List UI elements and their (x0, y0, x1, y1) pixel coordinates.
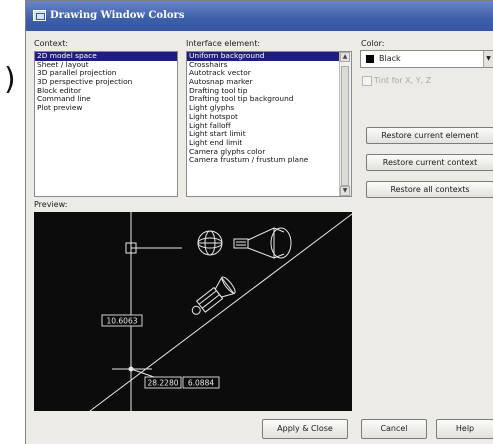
help-button[interactable]: Help (436, 419, 493, 439)
interface-element-label: Interface element: (186, 39, 261, 48)
restore-current-element-button[interactable]: Restore current element (366, 127, 493, 144)
title-bar[interactable]: Drawing Window Colors (26, 1, 493, 31)
diagonal-line (89, 213, 352, 411)
context-label: Context: (34, 39, 69, 48)
preview-drawing: 10.6063 28.2280 6.0884 (89, 212, 352, 411)
point-light-glyph (197, 230, 223, 256)
scroll-thumb[interactable] (341, 66, 349, 186)
spotlight-glyph (191, 276, 236, 315)
camera-glyph (233, 227, 292, 259)
preview-canvas: 10.6063 28.2280 6.0884 (34, 212, 352, 411)
tint-checkbox[interactable] (362, 76, 372, 86)
restore-current-context-button[interactable]: Restore current context (366, 154, 493, 171)
color-dropdown[interactable]: Black ▼ (360, 50, 493, 68)
preview-label: Preview: (34, 200, 68, 209)
color-value: Black (379, 54, 401, 63)
dimension-2: 28.2280 (147, 379, 178, 388)
context-list-item[interactable]: Plot preview (35, 103, 177, 113)
external-parenthesis: ) (4, 62, 16, 97)
apply-close-button[interactable]: Apply & Close (262, 419, 348, 439)
interface-list-scrollbar[interactable]: ▲ ▼ (339, 52, 351, 196)
restore-all-contexts-button[interactable]: Restore all contexts (366, 181, 493, 198)
interface-element-list[interactable]: Uniform background Crosshairs Autotrack ve… (186, 51, 352, 197)
scroll-up-icon[interactable]: ▲ (340, 52, 350, 62)
color-label: Color: (361, 39, 385, 48)
window-title: Drawing Window Colors (50, 10, 185, 21)
chevron-down-icon[interactable]: ▼ (483, 51, 493, 67)
dimension-3: 6.0884 (188, 379, 214, 388)
scroll-down-icon[interactable]: ▼ (340, 186, 350, 196)
drawing-window-colors-dialog: Drawing Window Colors Context: 2D model … (25, 0, 493, 444)
color-swatch (366, 55, 374, 63)
context-list[interactable]: 2D model space Sheet / layout 3D parallel … (34, 51, 178, 197)
window-icon (33, 10, 46, 21)
interface-element-list-item[interactable]: Camera frustum / frustum plane (187, 156, 340, 165)
cancel-button[interactable]: Cancel (361, 419, 427, 439)
tint-label: Tint for X, Y, Z (374, 76, 432, 85)
dimension-1: 10.6063 (106, 317, 137, 326)
